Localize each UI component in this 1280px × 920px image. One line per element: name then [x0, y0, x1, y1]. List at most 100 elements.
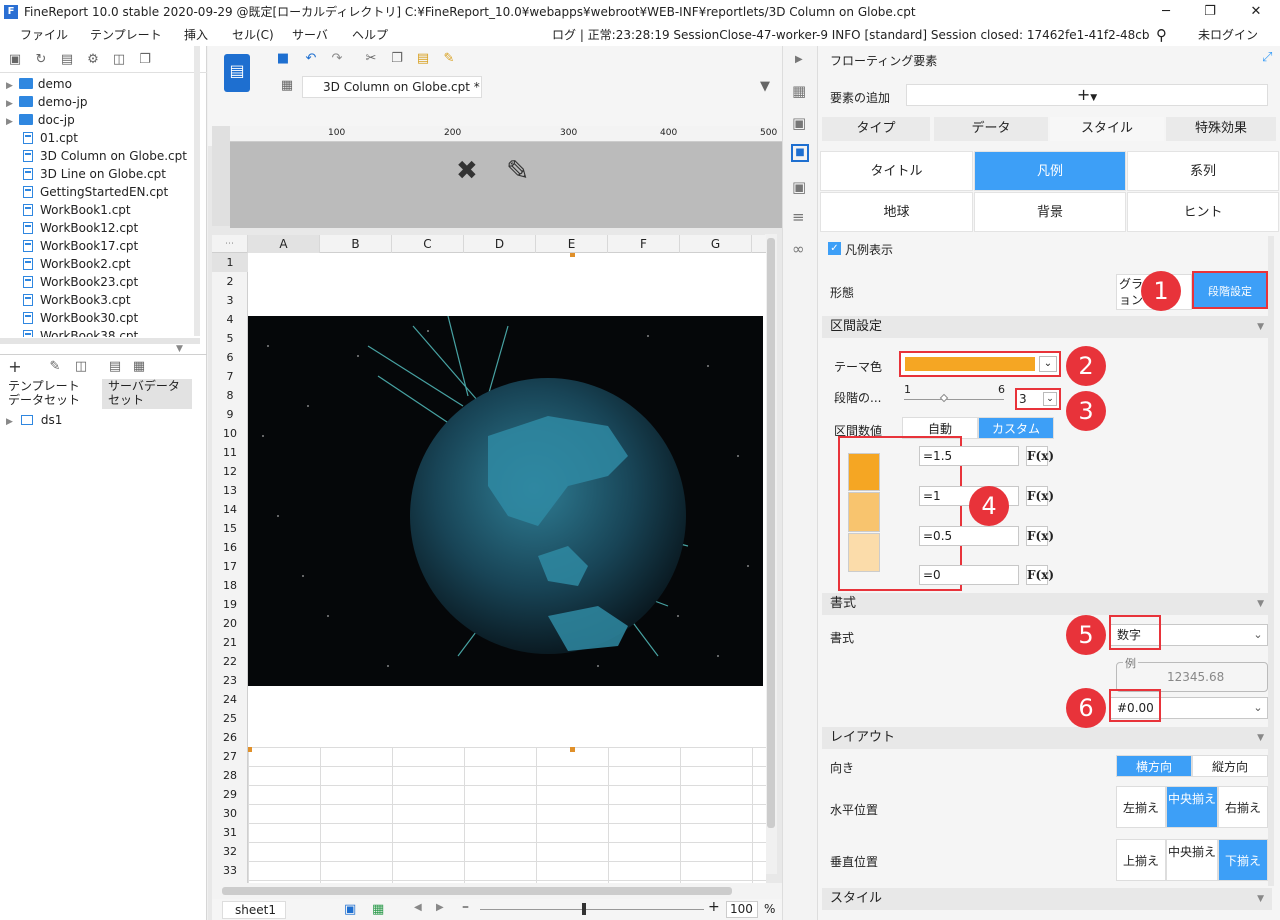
column-f[interactable]: F: [608, 235, 680, 253]
settings-icon[interactable]: ⚙: [86, 53, 100, 67]
edit-icon[interactable]: ✎: [48, 360, 62, 374]
condition-icon[interactable]: ≡: [792, 208, 805, 226]
minimize-panel-icon[interactable]: ⤢: [1262, 50, 1272, 65]
zoom-in-button[interactable]: +: [708, 899, 720, 915]
dropdown-widget-icon[interactable]: ▣: [792, 178, 806, 196]
tab-template-dataset[interactable]: テンプレート データセット: [8, 379, 100, 409]
tree-file[interactable]: WorkBook38.cpt: [23, 327, 138, 337]
column-c[interactable]: C: [392, 235, 464, 253]
row-number[interactable]: 32: [212, 842, 248, 861]
row-number[interactable]: 19: [212, 595, 248, 614]
sheet-tab[interactable]: sheet1: [222, 901, 286, 919]
next-sheet-icon[interactable]: ▶: [436, 902, 444, 913]
tab-data[interactable]: データ: [934, 117, 1048, 141]
column-e[interactable]: E: [536, 235, 608, 253]
section-style[interactable]: スタイル ▼: [822, 888, 1272, 910]
tree-file[interactable]: WorkBook17.cpt: [23, 237, 138, 255]
copy-icon[interactable]: ❐: [390, 52, 404, 66]
tree-file[interactable]: 01.cpt: [23, 129, 78, 147]
grid-hscroll[interactable]: [212, 883, 782, 899]
cell-attr-icon[interactable]: ▦: [792, 82, 806, 100]
tree-file[interactable]: 3D Line on Globe.cpt: [23, 165, 166, 183]
tree-vscroll[interactable]: [194, 46, 200, 336]
zoom-out-button[interactable]: –: [462, 899, 469, 915]
row-number[interactable]: 15: [212, 519, 248, 538]
row-number[interactable]: 33: [212, 861, 248, 880]
preview-icon[interactable]: ▤: [108, 360, 122, 374]
formula-button[interactable]: F(x): [1026, 565, 1054, 585]
table-icon[interactable]: ▦: [132, 360, 146, 374]
grid-vscroll[interactable]: [765, 234, 777, 874]
theme-color-select[interactable]: ⌄: [899, 351, 1061, 377]
row-number[interactable]: 14: [212, 500, 248, 519]
swatch-1[interactable]: [848, 453, 880, 491]
interval-custom-button[interactable]: カスタム: [978, 417, 1054, 439]
hpos-right-button[interactable]: 右揃え: [1218, 786, 1268, 828]
formula-button[interactable]: F(x): [1026, 446, 1054, 466]
login-status[interactable]: 未ログイン: [1198, 24, 1258, 46]
close-button[interactable]: ✕: [1236, 0, 1276, 24]
row-number[interactable]: 7: [212, 367, 248, 386]
row-number[interactable]: 28: [212, 766, 248, 785]
hpos-left-button[interactable]: 左揃え: [1116, 786, 1166, 828]
add-dataset-icon[interactable]: +: [8, 359, 22, 375]
tree-file[interactable]: 3D Column on Globe.cpt: [23, 147, 187, 165]
trash-icon[interactable]: ◫: [74, 360, 88, 374]
row-number[interactable]: 11: [212, 443, 248, 462]
zoom-thumb[interactable]: [582, 903, 586, 915]
tab-type[interactable]: タイプ: [822, 117, 930, 141]
globe-chart-image[interactable]: [248, 316, 763, 686]
chevron-down-icon[interactable]: ⌄: [1039, 356, 1057, 372]
tree-folder-demo[interactable]: ▶ demo: [6, 75, 72, 93]
column-a[interactable]: A: [248, 235, 320, 253]
row-number[interactable]: 17: [212, 557, 248, 576]
section-layout[interactable]: レイアウト ▼: [822, 727, 1272, 749]
row-number[interactable]: 29: [212, 785, 248, 804]
row-number[interactable]: 12: [212, 462, 248, 481]
row-number[interactable]: 4: [212, 310, 248, 329]
column-b[interactable]: B: [320, 235, 392, 253]
row-number[interactable]: 27: [212, 747, 248, 766]
add-sheet-icon[interactable]: ▣: [344, 902, 356, 917]
open-icon[interactable]: ▤: [60, 53, 74, 67]
minimize-button[interactable]: ─: [1146, 0, 1186, 24]
steps-slider[interactable]: [904, 399, 1004, 400]
category-background[interactable]: 背景: [974, 192, 1126, 232]
row-number[interactable]: 25: [212, 709, 248, 728]
cut-icon[interactable]: ✂: [364, 52, 378, 66]
swatch-3[interactable]: [848, 533, 880, 572]
float-element-icon[interactable]: ■: [791, 144, 809, 162]
tab-server-dataset[interactable]: サーバデータ セット: [102, 379, 192, 409]
row-number[interactable]: 1: [212, 253, 248, 272]
search-icon[interactable]: ⚲: [1156, 24, 1167, 46]
menu-insert[interactable]: 挿入: [184, 24, 208, 46]
chevron-down-icon[interactable]: ⌄: [1043, 392, 1057, 406]
direction-horizontal-button[interactable]: 横方向: [1116, 755, 1192, 777]
category-series[interactable]: 系列: [1127, 151, 1279, 191]
delete-icon[interactable]: ◫: [112, 53, 126, 67]
zoom-slider[interactable]: [480, 909, 704, 910]
row-number[interactable]: 5: [212, 329, 248, 348]
column-d[interactable]: D: [464, 235, 536, 253]
row-number[interactable]: 21: [212, 633, 248, 652]
row-number[interactable]: 8: [212, 386, 248, 405]
row-number[interactable]: 6: [212, 348, 248, 367]
save-icon[interactable]: ■: [276, 52, 290, 66]
menu-template[interactable]: テンプレート: [90, 24, 162, 46]
category-tooltip[interactable]: ヒント: [1127, 192, 1279, 232]
tree-folder-doc-jp[interactable]: ▶ doc-jp: [6, 111, 75, 129]
restore-button[interactable]: ❐: [1190, 0, 1230, 24]
add-report-icon[interactable]: ▦: [372, 902, 384, 917]
column-g[interactable]: G: [680, 235, 752, 253]
redo-icon[interactable]: ↷: [330, 52, 344, 66]
row-number[interactable]: 18: [212, 576, 248, 595]
edit-pencil-icon[interactable]: ✎: [506, 154, 529, 187]
expand-icon[interactable]: ▶: [795, 54, 803, 65]
log-status[interactable]: ログ | 正常:23:28:19 SessionClose-47-worker-…: [552, 24, 1150, 46]
tree-file[interactable]: WorkBook1.cpt: [23, 201, 131, 219]
prev-sheet-icon[interactable]: ◀: [414, 902, 422, 913]
tree-folder-demo-jp[interactable]: ▶ demo-jp: [6, 93, 87, 111]
section-interval[interactable]: 区間設定 ▼: [822, 316, 1272, 338]
template-icon[interactable]: ▤: [224, 54, 250, 92]
show-legend-checkbox[interactable]: ✓: [828, 242, 841, 255]
